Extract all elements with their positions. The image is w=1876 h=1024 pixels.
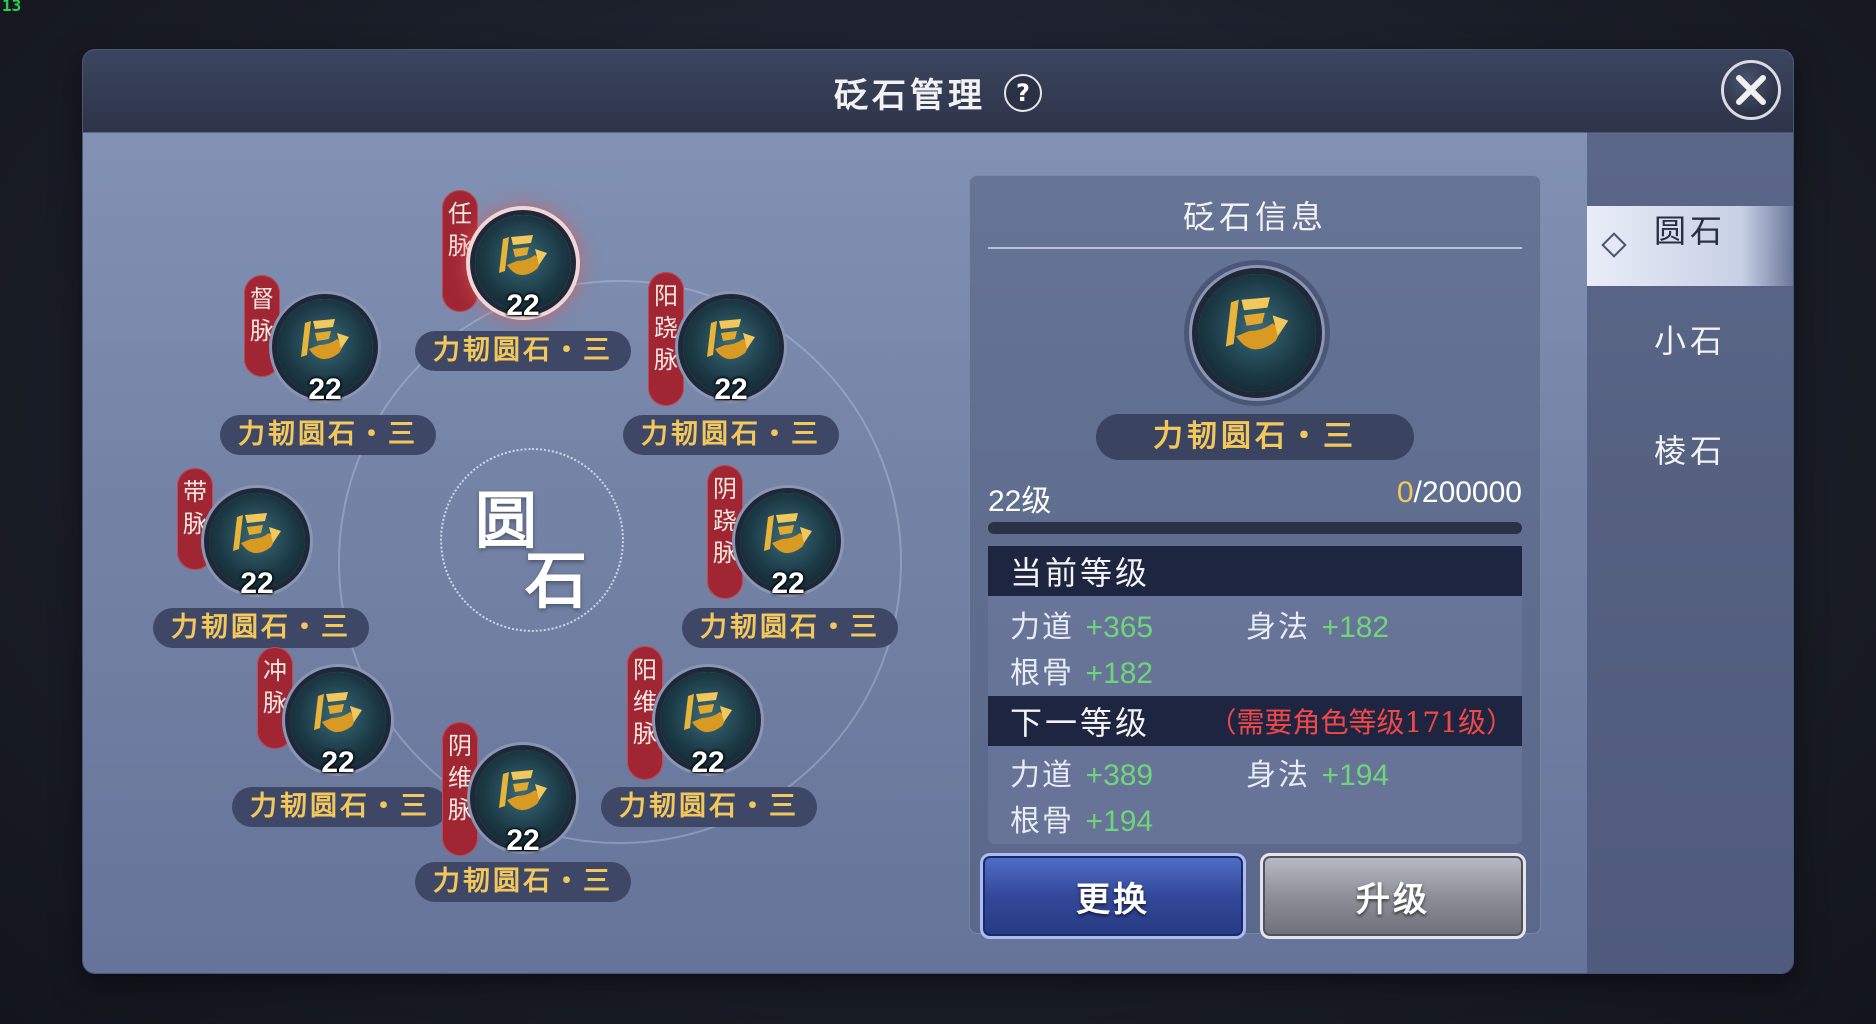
selected-gem-name: 力韧圆石・三 bbox=[1096, 414, 1414, 460]
upgrade-button[interactable]: 升级 bbox=[1260, 853, 1526, 939]
close-button[interactable] bbox=[1721, 60, 1781, 120]
selected-gem-icon bbox=[1198, 274, 1316, 392]
help-icon[interactable]: ? bbox=[1004, 73, 1042, 112]
gem-level: 22 bbox=[714, 373, 748, 406]
gem-level: 22 bbox=[308, 373, 342, 406]
gem-icon[interactable]: 22 bbox=[683, 299, 779, 406]
strength-rune-icon bbox=[493, 231, 553, 295]
meridian-tag: 阳跷脉 bbox=[648, 272, 684, 406]
gem-level: 22 bbox=[321, 746, 355, 779]
gem-icon[interactable]: 22 bbox=[740, 493, 836, 600]
gem-icon[interactable]: 22 bbox=[660, 672, 756, 779]
gem-name: 力韧圆石・三 bbox=[415, 862, 631, 902]
tab-small-stone[interactable]: 小石 bbox=[1587, 316, 1793, 396]
stats-box: 当前等级 力道 +365 身法 +182 根骨 +182 下一等级 （需要角色等… bbox=[988, 546, 1522, 844]
center-label-bottom: 石 bbox=[525, 544, 588, 617]
next-stat-agility: 身法 +194 bbox=[1246, 758, 1390, 793]
tab-edge-stone[interactable]: 棱石 bbox=[1587, 426, 1793, 506]
gem-name: 力韧圆石・三 bbox=[220, 415, 436, 455]
close-icon bbox=[1736, 75, 1766, 105]
meridian-tag: 带脉 bbox=[177, 468, 213, 570]
gem-icon[interactable]: 22 bbox=[209, 493, 305, 600]
gem-level: 22 bbox=[506, 824, 540, 857]
next-stat-constitution: 根骨 +194 bbox=[1010, 804, 1154, 839]
gem-name: 力韧圆石・三 bbox=[601, 787, 817, 827]
gem-name: 力韧圆石・三 bbox=[415, 331, 631, 371]
title-bar: 砭石管理 ? bbox=[83, 50, 1793, 133]
info-title: 砭石信息 bbox=[1182, 198, 1327, 236]
gem-name: 力韧圆石・三 bbox=[623, 415, 839, 455]
exp-progress-bar bbox=[988, 522, 1522, 534]
next-level-header: 下一等级 （需要角色等级171级） bbox=[988, 696, 1522, 746]
strength-rune-icon bbox=[678, 688, 738, 752]
current-stat-constitution: 根骨 +182 bbox=[1010, 656, 1154, 691]
strength-rune-icon bbox=[227, 509, 287, 573]
gem-management-dialog: 砭石管理 ? 圆 石 任脉 22 力韧圆石・三 督脉 22 力韧圆石・三 阳 跷… bbox=[83, 50, 1793, 973]
meridian-tag: 冲脉 bbox=[257, 647, 293, 749]
strength-rune-icon bbox=[493, 766, 553, 830]
gem-level-text: 22级 bbox=[988, 485, 1052, 518]
gem-icon[interactable]: 22 bbox=[475, 215, 571, 322]
meridian-tag: 阳维脉 bbox=[627, 646, 663, 780]
gem-icon[interactable]: 22 bbox=[475, 750, 571, 857]
strength-rune-icon bbox=[1218, 292, 1296, 374]
tab-round-stone[interactable]: 圆石 bbox=[1587, 206, 1793, 286]
current-stat-agility: 身法 +182 bbox=[1246, 610, 1390, 645]
gem-icon[interactable]: 22 bbox=[290, 672, 386, 779]
gem-icon[interactable]: 22 bbox=[277, 299, 373, 406]
strength-rune-icon bbox=[701, 315, 761, 379]
next-stat-strength: 力道 +389 bbox=[1010, 758, 1154, 793]
gem-type-tabs: 圆石 小石 棱石 bbox=[1587, 132, 1793, 973]
meridian-tag: 阴维脉 bbox=[442, 722, 478, 856]
level-requirement: （需要角色等级171级） bbox=[1208, 706, 1514, 739]
gem-info-panel: 砭石信息 力韧圆石・三 22级 0/200000 当前等级 力道 +365 身法… bbox=[969, 175, 1541, 939]
strength-rune-icon bbox=[758, 509, 818, 573]
exp-total: /200000 bbox=[1413, 476, 1522, 509]
gem-level: 22 bbox=[506, 289, 540, 322]
gem-level: 22 bbox=[771, 567, 805, 600]
exp-current: 0 bbox=[1396, 476, 1414, 509]
replace-button[interactable]: 更换 bbox=[980, 853, 1246, 939]
fps-counter: 13 bbox=[2, 0, 22, 15]
meridian-tag: 督脉 bbox=[244, 275, 280, 377]
current-level-header: 当前等级 bbox=[988, 546, 1522, 596]
dialog-title: 砭石管理 bbox=[834, 76, 986, 116]
meridian-tag: 任脉 bbox=[442, 190, 478, 312]
divider bbox=[988, 247, 1522, 249]
gem-name: 力韧圆石・三 bbox=[153, 608, 369, 648]
strength-rune-icon bbox=[295, 315, 355, 379]
gem-name: 力韧圆石・三 bbox=[682, 608, 898, 648]
gem-name: 力韧圆石・三 bbox=[232, 787, 448, 827]
gem-level: 22 bbox=[691, 746, 725, 779]
exp-text: 0/200000 bbox=[1397, 476, 1522, 510]
meridian-tag: 阴跷脉 bbox=[707, 465, 743, 599]
current-stat-strength: 力道 +365 bbox=[1010, 610, 1154, 645]
diamond-icon bbox=[1601, 232, 1627, 258]
strength-rune-icon bbox=[308, 688, 368, 752]
gem-level: 22 bbox=[240, 567, 274, 600]
